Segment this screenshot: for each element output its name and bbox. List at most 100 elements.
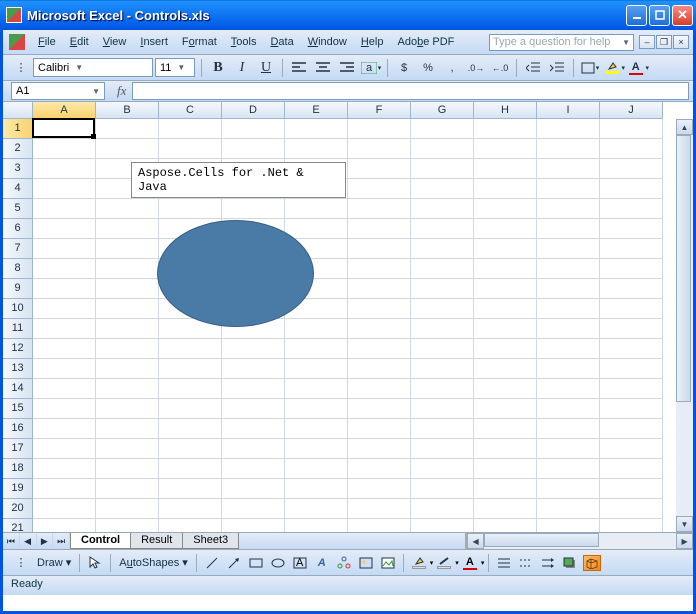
cell[interactable] [159, 119, 222, 139]
cell[interactable] [348, 259, 411, 279]
cell[interactable] [222, 399, 285, 419]
cell[interactable] [600, 199, 663, 219]
font-color-button[interactable]: A [461, 555, 479, 571]
bold-button[interactable]: B [207, 57, 229, 79]
cell[interactable] [348, 119, 411, 139]
scroll-down-button[interactable]: ▼ [676, 516, 693, 532]
cell[interactable] [222, 199, 285, 219]
fill-color-button[interactable]: ▾ [603, 57, 625, 79]
cell[interactable] [411, 439, 474, 459]
cell[interactable] [600, 139, 663, 159]
cell[interactable] [537, 119, 600, 139]
row-header-1[interactable]: 1 [3, 119, 33, 139]
row-header-20[interactable]: 20 [3, 499, 33, 519]
percent-button[interactable]: % [417, 57, 439, 79]
cell[interactable] [222, 139, 285, 159]
sheet-tab-result[interactable]: Result [130, 533, 183, 549]
cell[interactable] [159, 439, 222, 459]
cell[interactable] [33, 219, 96, 239]
line-style-button[interactable] [495, 555, 513, 571]
cell[interactable] [285, 319, 348, 339]
cell[interactable] [33, 419, 96, 439]
cell[interactable] [537, 339, 600, 359]
cell[interactable] [600, 359, 663, 379]
cell[interactable] [411, 279, 474, 299]
app-icon[interactable] [9, 34, 25, 50]
col-header-a[interactable]: A [33, 102, 96, 119]
cell[interactable] [411, 359, 474, 379]
cell[interactable] [159, 479, 222, 499]
cell[interactable] [474, 299, 537, 319]
wordart-button[interactable]: A [313, 555, 331, 571]
cell[interactable] [96, 279, 159, 299]
cell[interactable] [474, 259, 537, 279]
cell[interactable] [285, 439, 348, 459]
row-header-10[interactable]: 10 [3, 299, 33, 319]
cell[interactable] [411, 259, 474, 279]
cell[interactable] [96, 259, 159, 279]
cell[interactable] [222, 379, 285, 399]
fx-icon[interactable]: fx [117, 83, 126, 99]
row-header-16[interactable]: 16 [3, 419, 33, 439]
line-color-button[interactable] [435, 555, 453, 571]
cell[interactable] [474, 479, 537, 499]
row-header-7[interactable]: 7 [3, 239, 33, 259]
cell[interactable] [285, 199, 348, 219]
cell[interactable] [600, 439, 663, 459]
cell[interactable] [33, 279, 96, 299]
cell[interactable] [33, 299, 96, 319]
scroll-up-button[interactable]: ▲ [676, 119, 693, 135]
row-header-2[interactable]: 2 [3, 139, 33, 159]
cell[interactable] [285, 219, 348, 239]
cell[interactable] [537, 479, 600, 499]
font-color-button[interactable]: A▾ [627, 57, 649, 79]
tab-prev-button[interactable]: ◀ [20, 533, 37, 549]
cell[interactable] [285, 459, 348, 479]
increase-indent-button[interactable] [546, 57, 568, 79]
formula-bar[interactable] [132, 82, 689, 100]
scroll-right-button[interactable]: ▶ [676, 533, 693, 549]
cell[interactable] [600, 379, 663, 399]
row-header-19[interactable]: 19 [3, 479, 33, 499]
menu-view[interactable]: View [96, 34, 134, 50]
cell[interactable] [537, 439, 600, 459]
dash-style-button[interactable] [517, 555, 535, 571]
cell[interactable] [222, 359, 285, 379]
cell[interactable] [537, 159, 600, 179]
menu-file[interactable]: File [31, 34, 63, 50]
cell[interactable] [96, 439, 159, 459]
help-search-input[interactable]: Type a question for help▼ [489, 34, 634, 51]
rectangle-button[interactable] [247, 555, 265, 571]
sheet-tab-sheet3[interactable]: Sheet3 [182, 533, 239, 549]
cell[interactable] [33, 239, 96, 259]
cell[interactable] [411, 139, 474, 159]
align-center-button[interactable] [312, 57, 334, 79]
cell[interactable] [537, 359, 600, 379]
borders-button[interactable]: ▾ [579, 57, 601, 79]
row-header-12[interactable]: 12 [3, 339, 33, 359]
cell[interactable] [411, 179, 474, 199]
toolbar-handle[interactable]: ⋮ [10, 552, 32, 574]
cell[interactable] [348, 139, 411, 159]
workbook-close[interactable]: × [673, 35, 689, 49]
cell[interactable] [222, 459, 285, 479]
cell[interactable] [474, 119, 537, 139]
cell[interactable] [96, 359, 159, 379]
cell[interactable] [348, 479, 411, 499]
oval-shape[interactable] [157, 220, 314, 327]
cell[interactable] [411, 339, 474, 359]
clipart-button[interactable] [357, 555, 375, 571]
col-header-j[interactable]: J [600, 102, 663, 119]
workbook-restore[interactable]: ❐ [656, 35, 672, 49]
cell[interactable] [537, 419, 600, 439]
cell[interactable] [474, 339, 537, 359]
hscroll-thumb[interactable] [484, 533, 599, 547]
cell[interactable] [474, 499, 537, 519]
cell[interactable] [96, 319, 159, 339]
cell[interactable] [411, 219, 474, 239]
row-header-4[interactable]: 4 [3, 179, 33, 199]
col-header-i[interactable]: I [537, 102, 600, 119]
cell[interactable] [537, 279, 600, 299]
menu-data[interactable]: Data [263, 34, 300, 50]
font-size-selector[interactable]: 11▼ [155, 58, 195, 77]
